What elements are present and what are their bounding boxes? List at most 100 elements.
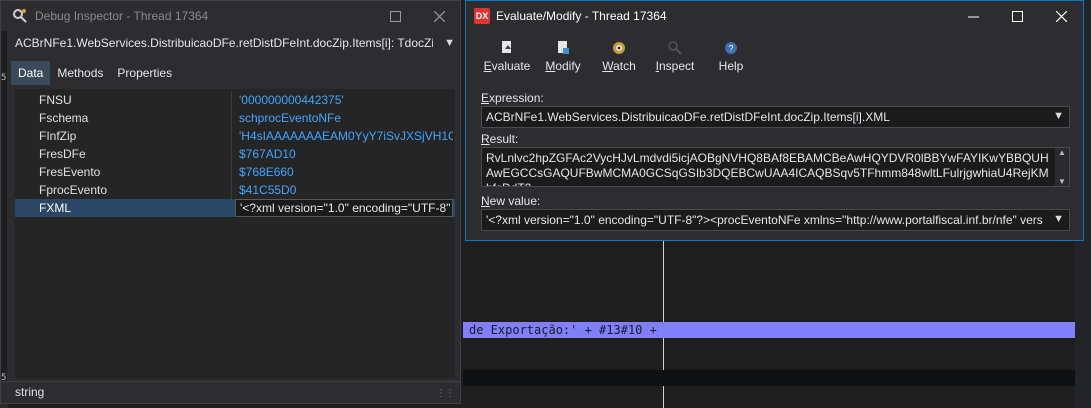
- inspect-label: nspect: [658, 59, 695, 73]
- column-divider: [231, 91, 232, 109]
- resize-grip-icon[interactable]: ⋮⋮: [436, 388, 455, 399]
- field-value: schprocEventoNFe: [239, 111, 342, 125]
- grid-row-fresevento[interactable]: FresEvento $768E660: [15, 163, 455, 181]
- debug-inspector-window: Debug Inspector - Thread 17364 5 5 ACBrN…: [0, 0, 461, 404]
- expression-accel: E: [481, 91, 490, 105]
- help-button[interactable]: ? Help: [702, 39, 760, 79]
- minimize-icon: [967, 16, 979, 17]
- help-label: Help: [718, 59, 744, 73]
- result-box[interactable]: RvLnlvc2hpZGFAc2VycHJvLmdvdi5icjAOBgNVHQ…: [481, 147, 1070, 187]
- modify-icon: [534, 39, 592, 57]
- maximize-icon: [1011, 10, 1023, 22]
- help-icon: ?: [702, 39, 760, 57]
- modify-accel: M: [545, 59, 556, 73]
- new-value-label: New value:: [481, 194, 540, 208]
- watch-accel: W: [602, 59, 614, 73]
- inspector-tabs: Data Methods Properties: [11, 61, 179, 85]
- close-button[interactable]: [1039, 1, 1083, 31]
- grid-row-fschema[interactable]: Fschema schprocEventoNFe: [15, 109, 455, 127]
- chevron-down-icon[interactable]: ▼: [1053, 213, 1064, 225]
- expression-value[interactable]: ACBrNFe1.WebServices.DistribuicaoDFe.ret…: [486, 110, 1047, 124]
- inspector-data-grid: FNSU '000000000442375' Fschema schprocEv…: [15, 89, 455, 379]
- scroll-down-icon[interactable]: ▼: [1058, 177, 1066, 186]
- editor-edge-strip: 5 5: [1, 31, 7, 383]
- modify-button[interactable]: Modify: [534, 39, 592, 79]
- new-value-label-text: ew value:: [489, 194, 541, 208]
- debug-inspector-icon: [11, 7, 29, 25]
- close-button[interactable]: [417, 1, 461, 31]
- maximize-button[interactable]: [995, 1, 1039, 31]
- result-label: Result:: [481, 132, 518, 146]
- close-icon: [1055, 10, 1067, 22]
- evaluate-label: valuate: [491, 59, 531, 73]
- watch-icon: [590, 39, 648, 57]
- inspect-icon: [646, 39, 704, 57]
- inspect-button[interactable]: Inspect: [646, 39, 704, 79]
- grid-row-fresdfe[interactable]: FresDFe $767AD10: [15, 145, 455, 163]
- evaluate-button[interactable]: Evaluate: [478, 39, 536, 79]
- minimize-button[interactable]: [951, 1, 995, 31]
- field-name: FInfZip: [39, 129, 77, 143]
- inspector-status-bar: string ⋮⋮: [1, 381, 460, 404]
- line-number: 5: [1, 73, 7, 83]
- inspector-titlebar[interactable]: Debug Inspector - Thread 17364: [1, 1, 460, 31]
- column-divider: [231, 163, 232, 181]
- tab-data[interactable]: Data: [11, 61, 51, 85]
- column-divider: [231, 109, 232, 127]
- modify-label: odify: [555, 59, 581, 73]
- new-value-text[interactable]: '<?xml version="1.0" encoding="UTF-8"?><…: [486, 213, 1047, 227]
- grid-row-finfzip[interactable]: FInfZip 'H4sIAAAAAAAEAM0YyY7iSvJXSjVH1O0…: [15, 127, 455, 145]
- evaluate-icon: [478, 39, 536, 57]
- evaluate-titlebar[interactable]: DX Evaluate/Modify - Thread 17364: [466, 1, 1083, 31]
- new-value-combo[interactable]: '<?xml version="1.0" encoding="UTF-8"?><…: [481, 209, 1070, 231]
- result-value: RvLnlvc2hpZGFAc2VycHJvLmdvdi5icjAOBgNVHQ…: [486, 151, 1049, 186]
- new-value-accel: N: [481, 194, 490, 208]
- result-accel: R: [481, 132, 490, 146]
- scroll-up-icon[interactable]: ▲: [1058, 148, 1066, 157]
- field-value: $767AD10: [239, 147, 296, 161]
- highlighted-code-line[interactable]: de Exportação:' + #13#10 +: [463, 322, 1075, 338]
- expression-combo[interactable]: ACBrNFe1.WebServices.DistribuicaoDFe.ret…: [481, 106, 1070, 128]
- evaluate-toolbar: Evaluate Modify Watch Inspect ? Help: [478, 39, 758, 79]
- field-value: $768E660: [239, 165, 294, 179]
- chevron-down-icon[interactable]: ▼: [444, 33, 455, 53]
- watch-button[interactable]: Watch: [590, 39, 648, 79]
- expression-label-text: xpression:: [489, 91, 544, 105]
- maximize-icon: [389, 10, 401, 22]
- close-icon: [433, 10, 445, 22]
- tab-properties[interactable]: Properties: [110, 61, 179, 85]
- field-value: $41C55D0: [239, 183, 297, 197]
- chevron-down-icon[interactable]: ▼: [1053, 110, 1064, 122]
- column-divider: [231, 127, 232, 145]
- field-value: '000000000442375': [239, 93, 344, 107]
- grid-row-fprocevento[interactable]: FprocEvento $41C55D0: [15, 181, 455, 199]
- evaluate-modify-window: DX Evaluate/Modify - Thread 17364 Evalua…: [465, 0, 1084, 241]
- inspector-expression-value: ACBrNFe1.WebServices.DistribuicaoDFe.ret…: [15, 36, 433, 50]
- column-divider: [231, 181, 232, 199]
- field-name: Fschema: [39, 111, 89, 125]
- evaluate-accel: E: [483, 59, 492, 73]
- svg-text:?: ?: [728, 44, 733, 54]
- inspector-title: Debug Inspector - Thread 17364: [35, 9, 209, 23]
- evaluate-title: Evaluate/Modify - Thread 17364: [496, 9, 667, 23]
- grid-row-fnsu[interactable]: FNSU '000000000442375': [15, 91, 455, 109]
- field-name: FresDFe: [39, 147, 86, 161]
- tab-methods[interactable]: Methods: [50, 61, 110, 85]
- result-scrollbar[interactable]: ▲ ▼: [1055, 148, 1069, 186]
- maximize-button[interactable]: [373, 1, 417, 31]
- column-divider: [231, 145, 232, 163]
- expression-label: Expression:: [481, 91, 544, 105]
- inspector-expression-combo[interactable]: ACBrNFe1.WebServices.DistribuicaoDFe.ret…: [15, 33, 459, 53]
- field-name: FNSU: [39, 93, 72, 107]
- watch-label: atch: [613, 59, 636, 73]
- field-name: FXML: [39, 201, 72, 215]
- field-name: FresEvento: [39, 165, 101, 179]
- value-type-label: string: [15, 385, 45, 399]
- field-value: 'H4sIAAAAAAAEAM0YyY7iSvJXSjVH1O0I: [239, 129, 453, 143]
- grid-row-fxml[interactable]: FXML '<?xml version="1.0" encoding="UTF-…: [15, 199, 455, 217]
- dx-logo-icon: DX: [474, 8, 490, 24]
- editor-dark-band: [463, 370, 1091, 386]
- result-label-text: esult:: [489, 132, 519, 146]
- field-value-editor[interactable]: '<?xml version="1.0" encoding="UTF-8": [235, 199, 453, 217]
- field-name: FprocEvento: [39, 183, 108, 197]
